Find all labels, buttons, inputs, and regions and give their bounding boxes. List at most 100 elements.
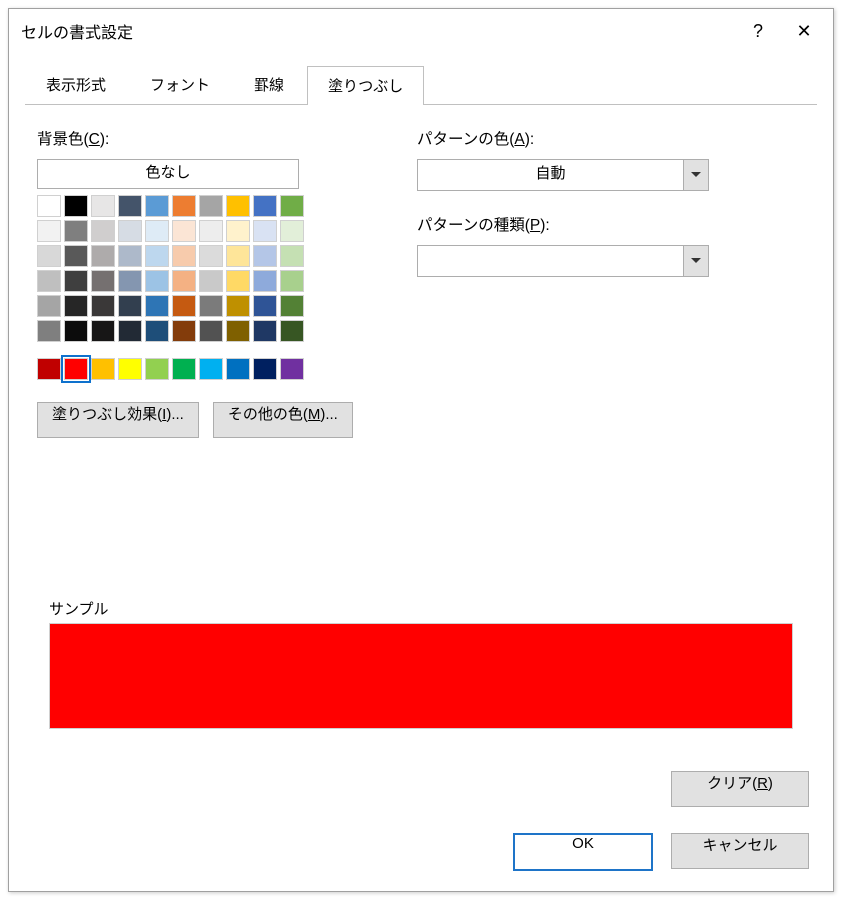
color-swatch[interactable]: [91, 245, 115, 267]
color-swatch[interactable]: [37, 320, 61, 342]
color-swatch[interactable]: [172, 195, 196, 217]
color-swatch[interactable]: [118, 195, 142, 217]
color-swatch[interactable]: [91, 358, 115, 380]
color-swatch[interactable]: [280, 358, 304, 380]
chevron-down-icon[interactable]: [683, 160, 708, 190]
color-swatch[interactable]: [145, 195, 169, 217]
color-swatch[interactable]: [253, 220, 277, 242]
fill-effects-button[interactable]: 塗りつぶし効果(I)...: [37, 402, 199, 438]
color-swatch[interactable]: [226, 270, 250, 292]
color-swatch[interactable]: [280, 245, 304, 267]
tab-fill[interactable]: 塗りつぶし: [307, 66, 424, 105]
color-swatch[interactable]: [118, 295, 142, 317]
color-swatch[interactable]: [226, 320, 250, 342]
pattern-color-label: パターンの色(A):: [417, 127, 805, 149]
tabs: 表示形式 フォント 罫線 塗りつぶし: [25, 65, 817, 105]
color-swatch[interactable]: [199, 195, 223, 217]
clear-button[interactable]: クリア(R): [671, 771, 809, 807]
footer: OK キャンセル: [513, 833, 809, 871]
color-swatch[interactable]: [172, 245, 196, 267]
format-cells-dialog: セルの書式設定 ? ✕ 表示形式 フォント 罫線 塗りつぶし 背景色(C): 色…: [8, 8, 834, 892]
color-swatch[interactable]: [253, 320, 277, 342]
color-swatch[interactable]: [145, 270, 169, 292]
color-swatch[interactable]: [37, 220, 61, 242]
color-swatch[interactable]: [199, 320, 223, 342]
color-swatch[interactable]: [280, 195, 304, 217]
color-swatch[interactable]: [199, 295, 223, 317]
help-button[interactable]: ?: [735, 15, 781, 47]
sample-section: サンプル: [49, 598, 793, 729]
color-swatch[interactable]: [118, 320, 142, 342]
color-swatch[interactable]: [280, 295, 304, 317]
color-swatch[interactable]: [172, 295, 196, 317]
no-color-button[interactable]: 色なし: [37, 159, 299, 189]
color-swatch[interactable]: [226, 295, 250, 317]
color-swatch[interactable]: [145, 295, 169, 317]
chevron-down-icon[interactable]: [683, 246, 708, 276]
color-swatch[interactable]: [64, 245, 88, 267]
pattern-color-value: 自動: [418, 160, 683, 190]
color-swatch[interactable]: [118, 220, 142, 242]
color-swatch[interactable]: [145, 220, 169, 242]
color-swatch[interactable]: [172, 320, 196, 342]
color-swatch[interactable]: [64, 220, 88, 242]
cancel-button[interactable]: キャンセル: [671, 833, 809, 869]
color-swatch[interactable]: [253, 195, 277, 217]
color-swatch[interactable]: [226, 245, 250, 267]
color-swatch[interactable]: [172, 358, 196, 380]
color-swatch[interactable]: [37, 270, 61, 292]
color-swatch[interactable]: [64, 358, 88, 380]
color-swatch[interactable]: [280, 320, 304, 342]
color-swatch[interactable]: [37, 245, 61, 267]
color-swatch[interactable]: [118, 270, 142, 292]
titlebar: セルの書式設定 ? ✕: [9, 9, 833, 53]
color-swatch[interactable]: [37, 195, 61, 217]
pattern-color-combo[interactable]: 自動: [417, 159, 709, 191]
color-swatch[interactable]: [91, 220, 115, 242]
color-swatch[interactable]: [226, 195, 250, 217]
color-swatch[interactable]: [253, 358, 277, 380]
background-color-label: 背景色(C):: [37, 127, 377, 149]
color-palette-theme: [37, 195, 377, 342]
color-swatch[interactable]: [226, 220, 250, 242]
color-swatch[interactable]: [91, 195, 115, 217]
color-swatch[interactable]: [118, 245, 142, 267]
color-swatch[interactable]: [118, 358, 142, 380]
color-swatch[interactable]: [253, 270, 277, 292]
sample-fill: [50, 624, 792, 728]
color-swatch[interactable]: [172, 270, 196, 292]
color-swatch[interactable]: [64, 270, 88, 292]
more-colors-button[interactable]: その他の色(M)...: [213, 402, 353, 438]
pattern-type-value: [418, 246, 683, 276]
sample-box: [49, 623, 793, 729]
ok-button[interactable]: OK: [513, 833, 653, 871]
color-swatch[interactable]: [280, 220, 304, 242]
pattern-type-combo[interactable]: [417, 245, 709, 277]
color-palette-standard: [37, 358, 377, 380]
color-swatch[interactable]: [37, 358, 61, 380]
close-button[interactable]: ✕: [781, 15, 827, 47]
color-swatch[interactable]: [172, 220, 196, 242]
color-swatch[interactable]: [199, 245, 223, 267]
color-swatch[interactable]: [226, 358, 250, 380]
color-swatch[interactable]: [199, 358, 223, 380]
color-swatch[interactable]: [145, 320, 169, 342]
tab-number-format[interactable]: 表示形式: [25, 65, 127, 104]
color-swatch[interactable]: [91, 270, 115, 292]
sample-label: サンプル: [49, 598, 793, 619]
color-swatch[interactable]: [91, 320, 115, 342]
color-swatch[interactable]: [199, 270, 223, 292]
color-swatch[interactable]: [91, 295, 115, 317]
color-swatch[interactable]: [37, 295, 61, 317]
color-swatch[interactable]: [64, 195, 88, 217]
tab-font[interactable]: フォント: [129, 65, 231, 104]
color-swatch[interactable]: [253, 295, 277, 317]
color-swatch[interactable]: [64, 295, 88, 317]
color-swatch[interactable]: [199, 220, 223, 242]
color-swatch[interactable]: [145, 358, 169, 380]
color-swatch[interactable]: [145, 245, 169, 267]
tab-border[interactable]: 罫線: [233, 65, 305, 104]
color-swatch[interactable]: [253, 245, 277, 267]
color-swatch[interactable]: [280, 270, 304, 292]
color-swatch[interactable]: [64, 320, 88, 342]
